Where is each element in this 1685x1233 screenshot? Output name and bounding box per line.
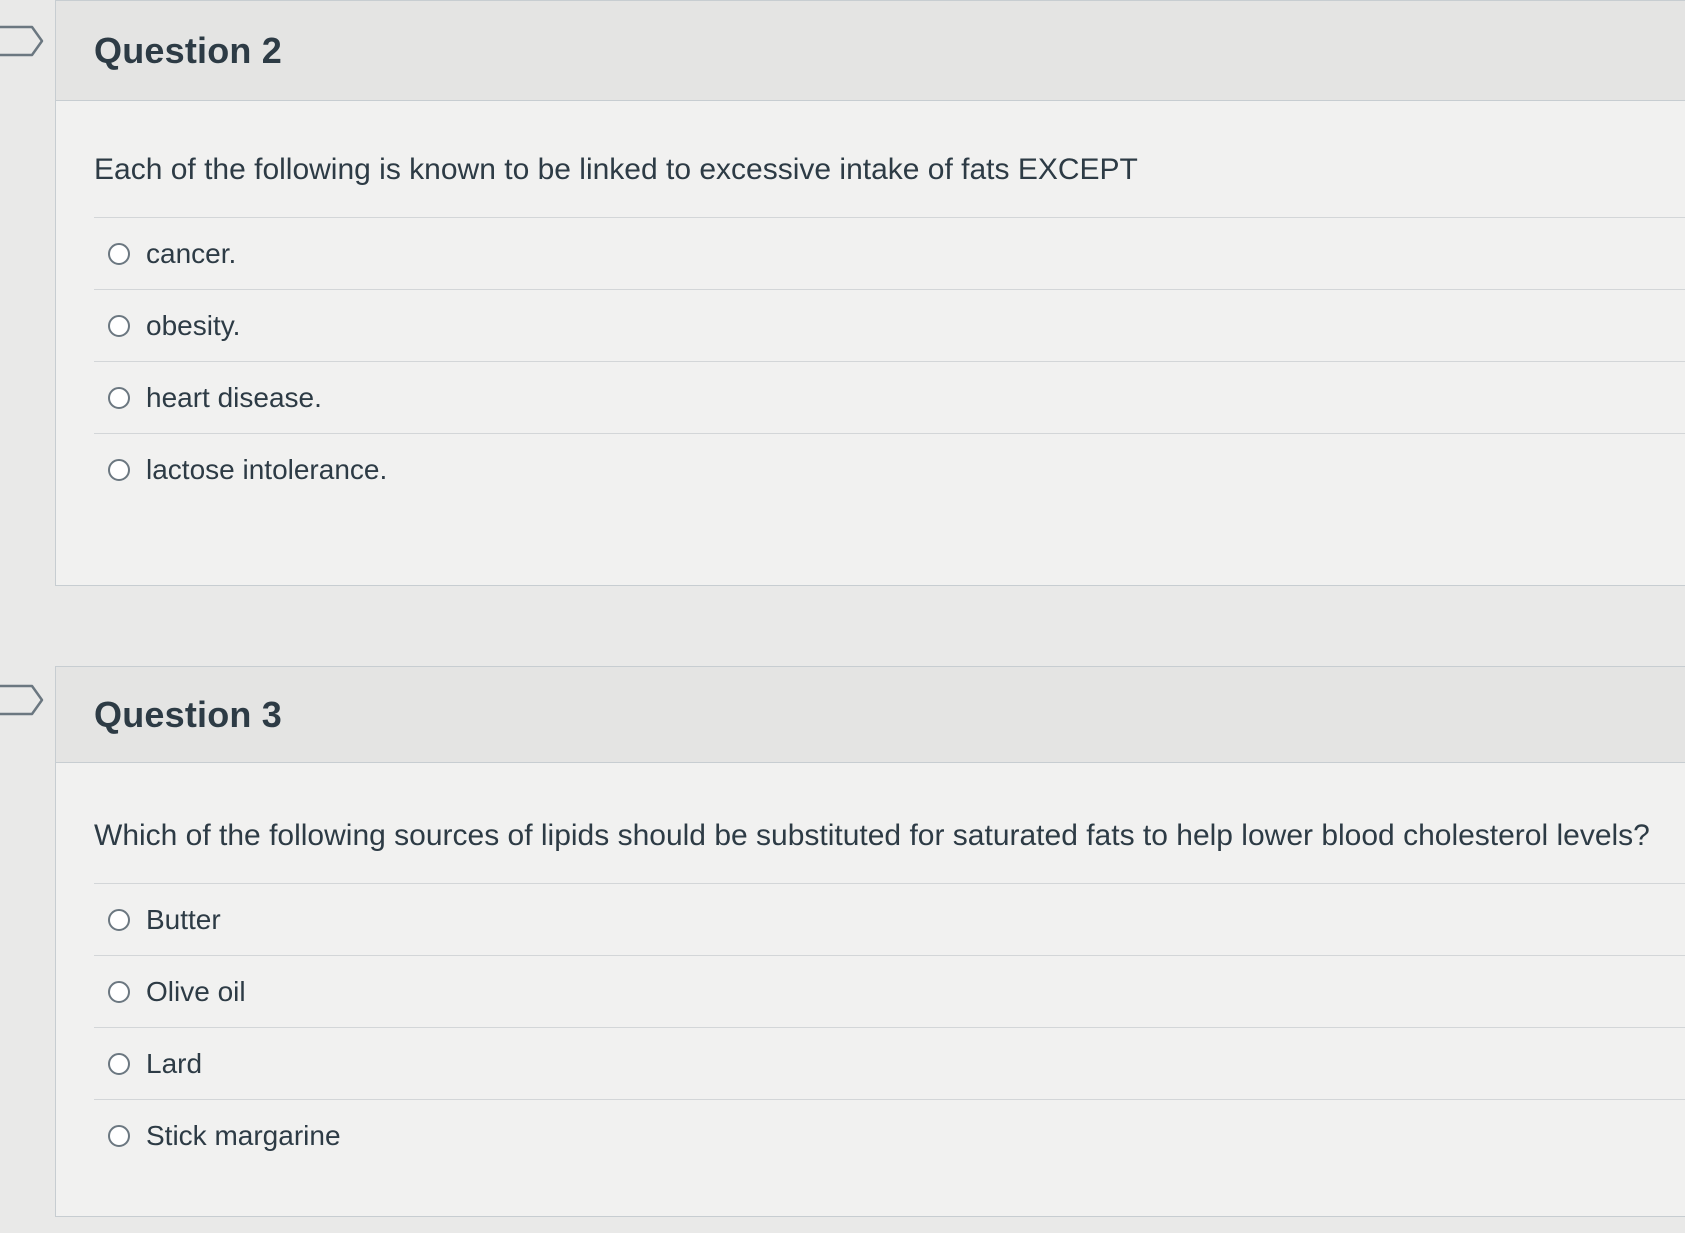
- answer-label: obesity.: [146, 309, 241, 341]
- question-title: Question 3: [94, 693, 283, 735]
- answer-label: Butter: [146, 903, 221, 935]
- question-body: Each of the following is known to be lin…: [56, 101, 1685, 506]
- radio-button-icon[interactable]: [108, 1125, 130, 1147]
- answer-option[interactable]: cancer.: [94, 218, 1685, 290]
- answer-list: Butter Olive oil Lard Stick margarine: [94, 883, 1685, 1172]
- radio-button-icon[interactable]: [108, 386, 130, 409]
- radio-button-icon[interactable]: [108, 459, 130, 481]
- answer-option[interactable]: Butter: [94, 884, 1685, 956]
- question-header: Question 2: [56, 1, 1685, 101]
- answer-label: Olive oil: [146, 975, 246, 1007]
- question-header: Question 3: [56, 667, 1685, 763]
- answer-label: cancer.: [146, 237, 237, 269]
- answer-list: cancer. obesity. heart disease. lactose …: [94, 217, 1685, 506]
- answer-option[interactable]: Olive oil: [94, 956, 1685, 1028]
- answer-label: lactose intolerance.: [146, 454, 388, 485]
- question-title: Question 2: [94, 29, 283, 71]
- radio-button-icon[interactable]: [108, 242, 130, 265]
- question-body: Which of the following sources of lipids…: [56, 763, 1685, 1172]
- answer-option[interactable]: heart disease.: [94, 362, 1685, 434]
- answer-option[interactable]: lactose intolerance.: [94, 434, 1685, 506]
- question-text: Which of the following sources of lipids…: [94, 819, 1650, 852]
- answer-option[interactable]: obesity.: [94, 290, 1685, 362]
- quiz-page: Question 2 Each of the following is know…: [0, 0, 1685, 1233]
- question-3: Question 3 Which of the following source…: [55, 666, 1685, 1217]
- flag-question-3-icon[interactable]: [0, 683, 46, 717]
- answer-option[interactable]: Lard: [94, 1028, 1685, 1100]
- answer-label: Stick margarine: [146, 1120, 341, 1151]
- question-2: Question 2 Each of the following is know…: [55, 0, 1685, 586]
- answer-option[interactable]: Stick margarine: [94, 1100, 1685, 1172]
- answer-label: Lard: [146, 1047, 203, 1079]
- flag-question-2-icon[interactable]: [0, 24, 46, 58]
- answer-label: heart disease.: [146, 381, 322, 413]
- radio-button-icon[interactable]: [108, 980, 130, 1003]
- radio-button-icon[interactable]: [108, 1052, 130, 1075]
- radio-button-icon[interactable]: [108, 908, 130, 931]
- radio-button-icon[interactable]: [108, 314, 130, 337]
- question-text: Each of the following is known to be lin…: [94, 153, 1138, 186]
